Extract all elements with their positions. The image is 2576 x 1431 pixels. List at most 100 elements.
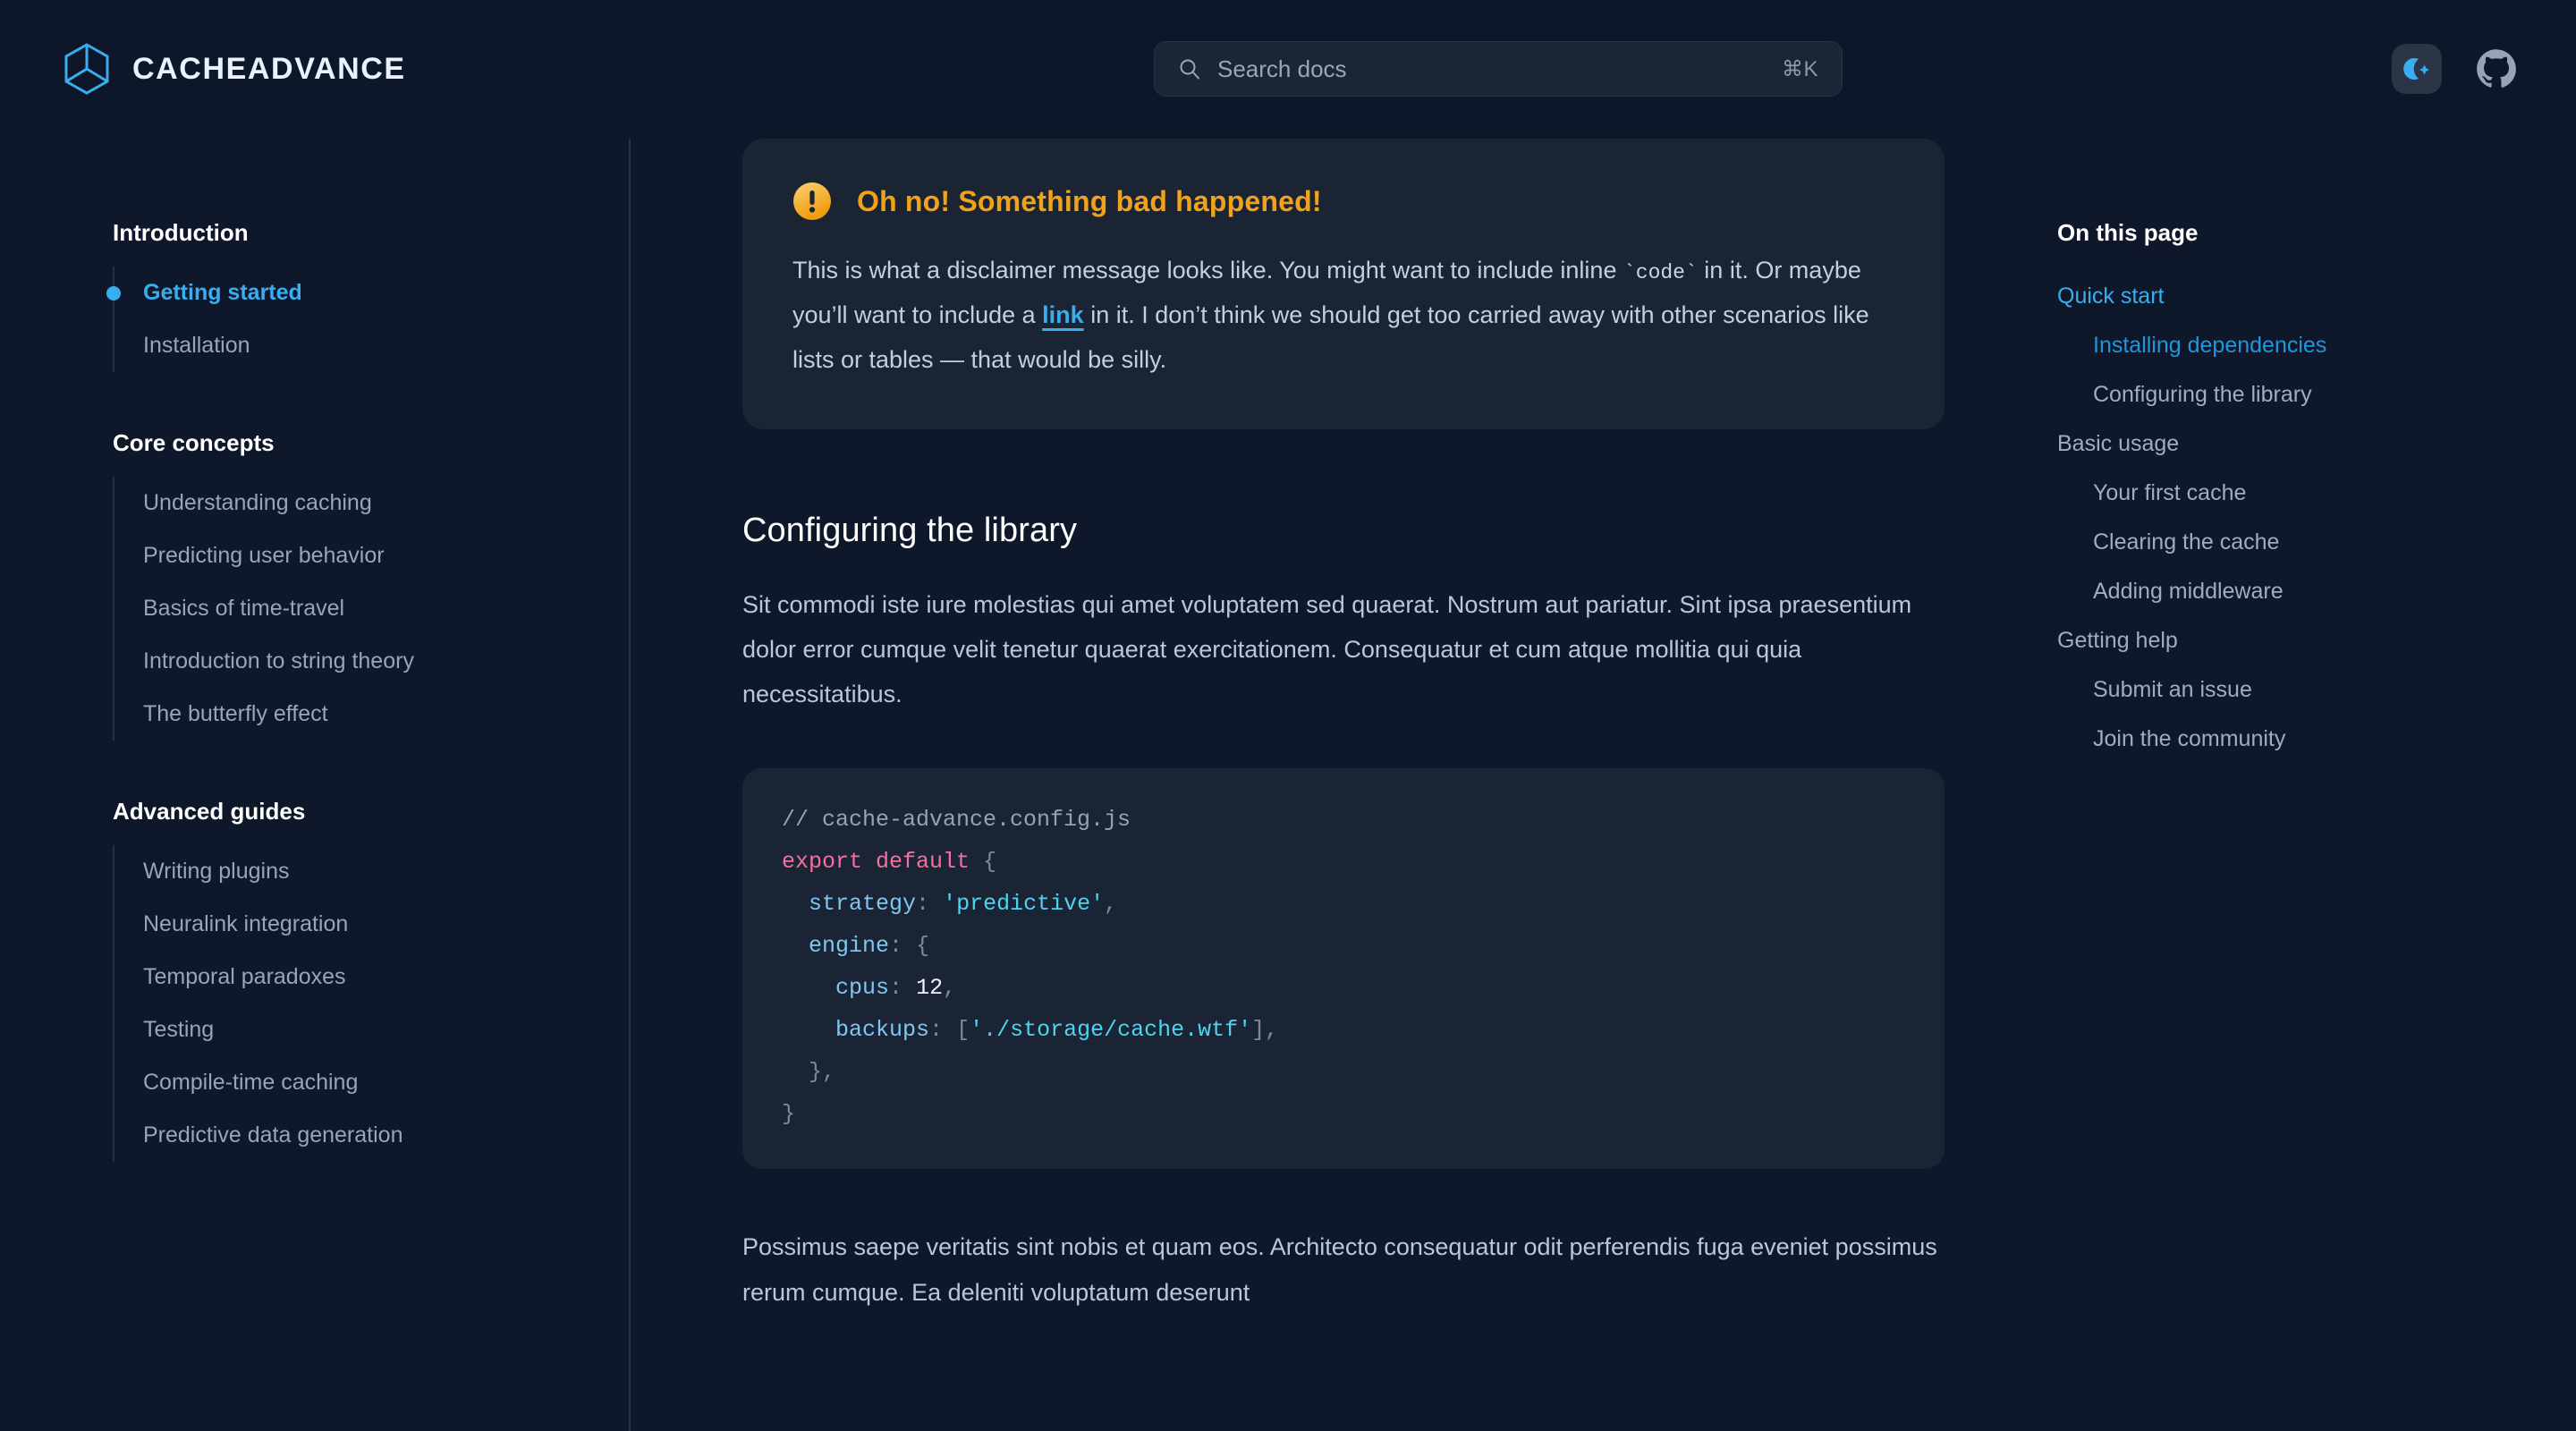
sidebar-item-installation[interactable]: Installation xyxy=(114,319,629,372)
toc-item-quick-start[interactable]: Quick start xyxy=(2057,272,2522,321)
nav-list-item: Temporal paradoxes xyxy=(114,951,629,1003)
body-paragraph-2: Possimus saepe veritatis sint nobis et q… xyxy=(742,1233,1937,1306)
toc-list-item: Basic usage xyxy=(2057,419,2522,469)
sidebar-item-getting-started[interactable]: Getting started xyxy=(106,267,629,319)
section-heading-configuring-the-library: Configuring the library xyxy=(742,511,1078,549)
nav-list-item: Basics of time-travel xyxy=(114,582,629,635)
callout-title: Oh no! Something bad happened! xyxy=(857,184,1322,217)
github-icon xyxy=(2477,49,2516,88)
sidebar-item-label: Introduction to string theory xyxy=(143,648,414,673)
sidebar-item-label: Testing xyxy=(143,1017,215,1042)
toc-item-clearing-the-cache[interactable]: Clearing the cache xyxy=(2057,518,2522,567)
moon-sparkle-icon xyxy=(2403,58,2429,80)
sidebar-item-label: Understanding caching xyxy=(143,490,372,515)
toc-list-item: Quick start xyxy=(2057,272,2522,321)
sidebar-item-neuralink-integration[interactable]: Neuralink integration xyxy=(114,898,629,951)
toc-item-your-first-cache[interactable]: Your first cache xyxy=(2057,469,2522,518)
search-shortcut-badge: ⌘K xyxy=(1781,56,1818,81)
nav-list-item: Predictive data generation xyxy=(114,1109,629,1162)
nav-list-item: Testing xyxy=(114,1003,629,1056)
warning-exclamation-icon xyxy=(793,182,831,220)
sidebar-item-temporal-paradoxes[interactable]: Temporal paradoxes xyxy=(114,951,629,1003)
nav-list-item: Getting started xyxy=(106,267,629,319)
toc-list-item: Clearing the cache xyxy=(2057,518,2522,567)
sidebar-item-the-butterfly-effect[interactable]: The butterfly effect xyxy=(114,688,629,741)
brand-logo-link[interactable]: CACHEADVANCE xyxy=(63,43,406,95)
nav-section-title: Introduction xyxy=(113,219,249,246)
nav-section-title: Core concepts xyxy=(113,429,275,456)
header-left: CACHEADVANCE xyxy=(0,0,630,138)
nav-list: Getting started Installation xyxy=(106,267,629,372)
main-content: Oh no! Something bad happened! This is w… xyxy=(630,139,1948,1431)
toc-item-configuring-the-library[interactable]: Configuring the library xyxy=(2057,370,2522,419)
toc-list-item: Join the community xyxy=(2057,715,2522,764)
nav-list-item: Installation xyxy=(114,319,629,372)
on-this-page-toc: On this page Quick start Installing depe… xyxy=(2057,139,2522,1431)
toc-list-item: Your first cache xyxy=(2057,469,2522,518)
sidebar-item-label: Installation xyxy=(143,333,250,358)
body-paragraph-1: Sit commodi iste iure molestias qui amet… xyxy=(742,590,1912,708)
nav-list-item: Writing plugins xyxy=(114,845,629,898)
callout-inline-code: `code` xyxy=(1623,261,1698,284)
hexagon-cube-logo-icon xyxy=(64,43,109,95)
sidebar-item-writing-plugins[interactable]: Writing plugins xyxy=(114,845,629,898)
sidebar-item-compile-time-caching[interactable]: Compile-time caching xyxy=(114,1056,629,1109)
sidebar-item-label: Basics of time-travel xyxy=(143,596,345,621)
toc-item-adding-middleware[interactable]: Adding middleware xyxy=(2057,567,2522,616)
nav-section-introduction: Introduction Getting started Installatio… xyxy=(0,219,629,372)
theme-toggle-button[interactable] xyxy=(2392,44,2442,94)
warning-callout: Oh no! Something bad happened! This is w… xyxy=(742,139,1945,429)
toc-list-item: Configuring the library xyxy=(2057,370,2522,419)
search-input[interactable]: Search docs ⌘K xyxy=(1154,41,1843,97)
header-right xyxy=(2392,0,2576,138)
nav-section-advanced-guides: Advanced guides Writing plugins Neuralin… xyxy=(0,798,629,1162)
nav-list-item: Compile-time caching xyxy=(114,1056,629,1109)
callout-body-part1: This is what a disclaimer message looks … xyxy=(792,257,1623,284)
header-center: Search docs ⌘K xyxy=(617,0,2379,138)
code-block[interactable]: // cache-advance.config.js export defaul… xyxy=(742,768,1945,1170)
toc-list-item: Installing dependencies xyxy=(2057,321,2522,370)
sidebar-item-introduction-to-string-theory[interactable]: Introduction to string theory xyxy=(114,635,629,688)
sidebar-item-predictive-data-generation[interactable]: Predictive data generation xyxy=(114,1109,629,1162)
docs-sidebar-nav: Introduction Getting started Installatio… xyxy=(0,139,629,1431)
callout-body: This is what a disclaimer message looks … xyxy=(792,248,1894,383)
sidebar-item-label: Neuralink integration xyxy=(143,911,349,936)
toc-item-join-the-community[interactable]: Join the community xyxy=(2057,715,2522,764)
sidebar-item-label: Compile-time caching xyxy=(143,1070,359,1095)
code-comment-line: // cache-advance.config.js xyxy=(782,807,1131,834)
sidebar-item-label: Temporal paradoxes xyxy=(143,964,346,989)
sidebar-item-label: The butterfly effect xyxy=(143,701,328,726)
nav-list: Writing plugins Neuralink integration Te… xyxy=(113,845,629,1162)
toc-title: On this page xyxy=(2057,219,2199,246)
toc-item-submit-an-issue[interactable]: Submit an issue xyxy=(2057,665,2522,715)
site-header: CACHEADVANCE Search docs ⌘K xyxy=(0,0,2576,138)
toc-item-getting-help[interactable]: Getting help xyxy=(2057,616,2522,665)
nav-section-title: Advanced guides xyxy=(113,798,306,825)
github-link[interactable] xyxy=(2474,47,2519,91)
search-placeholder: Search docs xyxy=(1217,55,1347,82)
nav-list-item: Predicting user behavior xyxy=(114,529,629,582)
sidebar-item-label: Getting started xyxy=(143,280,302,305)
nav-list-item: Understanding caching xyxy=(114,477,629,529)
nav-list: Understanding caching Predicting user be… xyxy=(113,477,629,741)
sidebar-item-label: Predictive data generation xyxy=(143,1122,403,1147)
callout-inline-link[interactable]: link xyxy=(1042,301,1084,328)
toc-list-item: Adding middleware xyxy=(2057,567,2522,616)
sidebar-item-label: Predicting user behavior xyxy=(143,543,385,568)
nav-list-item: The butterfly effect xyxy=(114,688,629,741)
toc-item-installing-dependencies[interactable]: Installing dependencies xyxy=(2057,321,2522,370)
toc-item-basic-usage[interactable]: Basic usage xyxy=(2057,419,2522,469)
toc-list-item: Submit an issue xyxy=(2057,665,2522,715)
brand-name: CACHEADVANCE xyxy=(132,51,406,86)
sidebar-item-understanding-caching[interactable]: Understanding caching xyxy=(114,477,629,529)
sidebar-item-basics-of-time-travel[interactable]: Basics of time-travel xyxy=(114,582,629,635)
nav-list-item: Introduction to string theory xyxy=(114,635,629,688)
toc-list: Quick start Installing dependencies Conf… xyxy=(2057,272,2522,764)
nav-section-core-concepts: Core concepts Understanding caching Pred… xyxy=(0,429,629,741)
toc-list-item: Getting help xyxy=(2057,616,2522,665)
sidebar-item-predicting-user-behavior[interactable]: Predicting user behavior xyxy=(114,529,629,582)
sidebar-item-label: Writing plugins xyxy=(143,859,290,884)
sidebar-item-testing[interactable]: Testing xyxy=(114,1003,629,1056)
